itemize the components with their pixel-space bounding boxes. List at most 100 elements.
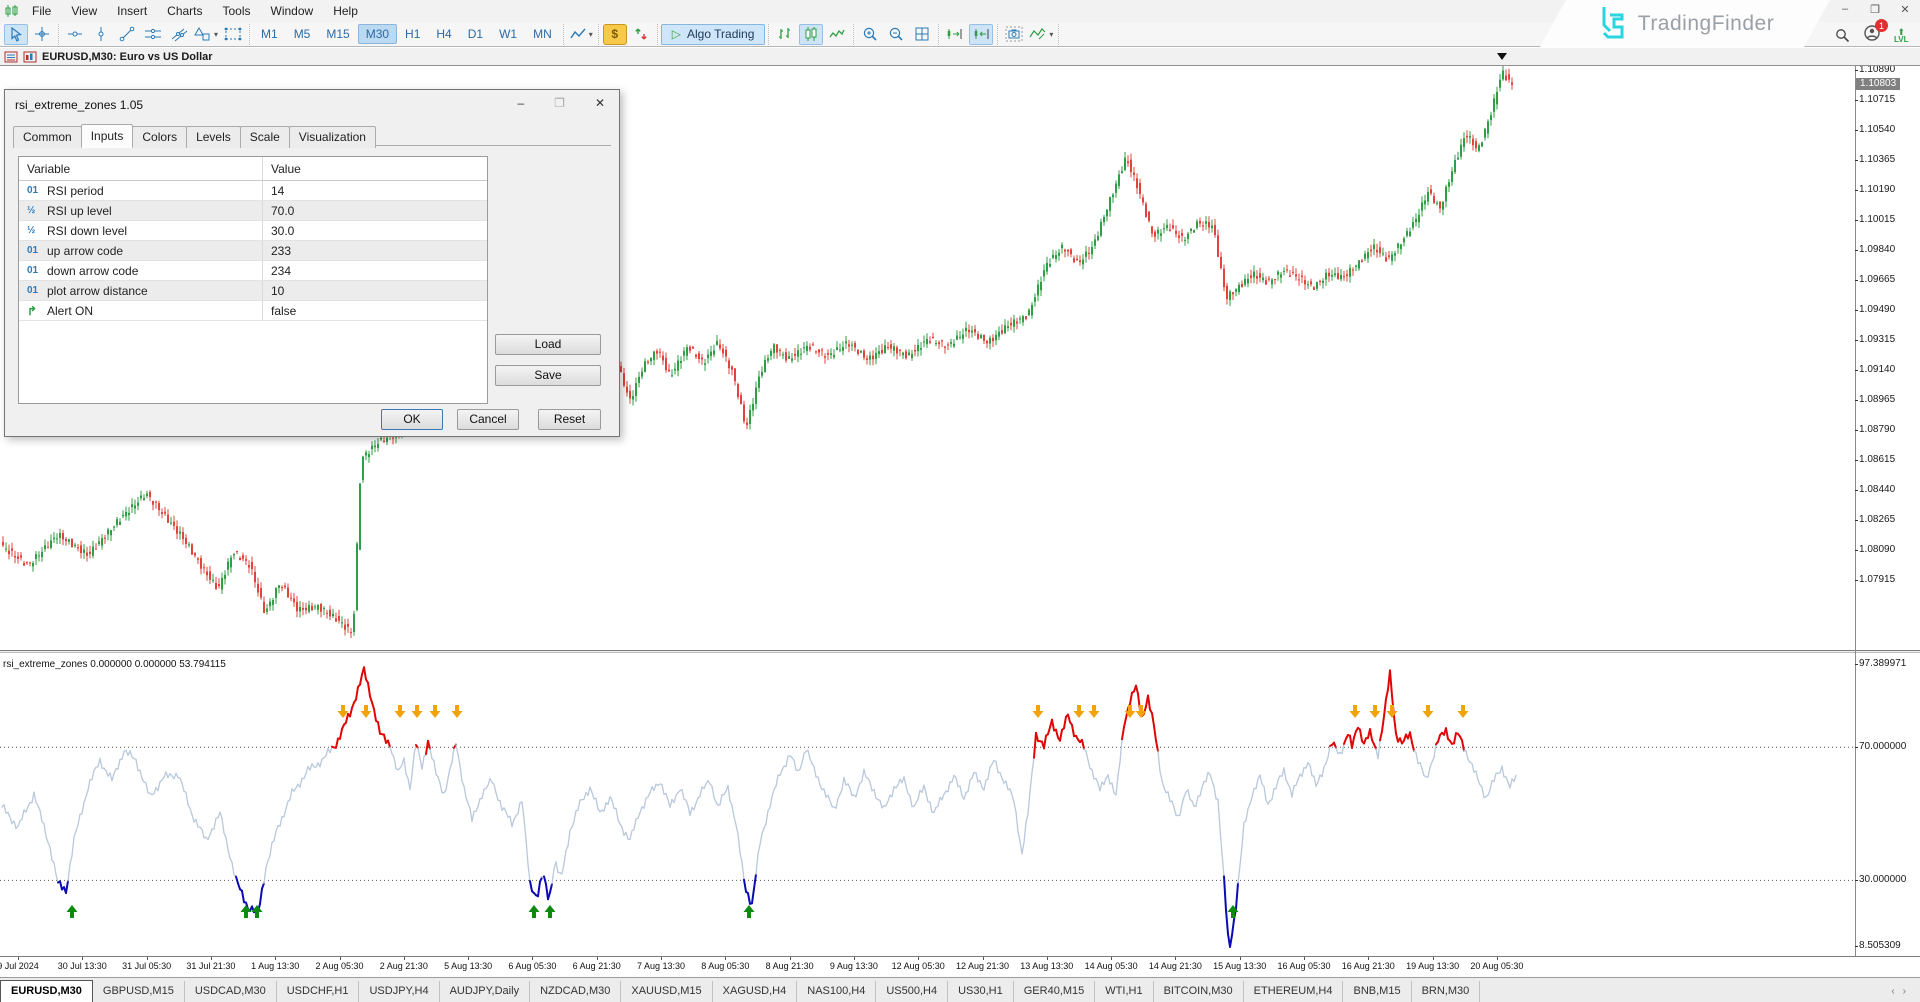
chart-shift-button[interactable]: [943, 24, 967, 45]
chart-type-button[interactable]: ▾: [568, 24, 594, 45]
dialog-tab-inputs[interactable]: Inputs: [81, 124, 134, 148]
menu-item-window[interactable]: Window: [261, 2, 324, 20]
ok-button[interactable]: OK: [381, 409, 443, 430]
cursor-tool-button[interactable]: [4, 24, 28, 45]
symbol-tab-nzdcad-m30[interactable]: NZDCAD,M30: [530, 981, 621, 1002]
symbol-tab-gbpusd-m15[interactable]: GBPUSD,M15: [93, 981, 185, 1002]
sell-signal-arrow-icon: [452, 705, 463, 718]
input-value[interactable]: 10: [263, 281, 487, 300]
pane-splitter[interactable]: [0, 650, 1920, 653]
menu-item-help[interactable]: Help: [323, 2, 368, 20]
deposit-withdraw-button[interactable]: [629, 24, 653, 45]
tab-scroll-arrows[interactable]: ‹›: [1891, 986, 1914, 997]
price-scale-label: 1.08440: [1859, 484, 1895, 495]
symbol-tab-audjpy-daily[interactable]: AUDJPY,Daily: [440, 981, 531, 1002]
menu-item-tools[interactable]: Tools: [213, 2, 261, 20]
timeframe-button-h1[interactable]: H1: [397, 24, 428, 44]
symbol-tab-eurusd-m30[interactable]: EURUSD,M30: [0, 980, 93, 1002]
search-icon[interactable]: [1835, 28, 1850, 43]
input-row-rsi-up-level[interactable]: ½RSI up level70.0: [19, 201, 487, 221]
input-value[interactable]: 233: [263, 241, 487, 260]
symbol-tab-brn-m30[interactable]: BRN,M30: [1412, 981, 1481, 1002]
timeframe-button-m5[interactable]: M5: [286, 24, 319, 44]
symbol-tab-usdchf-h1[interactable]: USDCHF,H1: [277, 981, 360, 1002]
indicators-button[interactable]: ▾: [1028, 24, 1054, 45]
timeframe-button-m1[interactable]: M1: [253, 24, 286, 44]
notifications-icon[interactable]: 1: [1863, 24, 1881, 47]
input-row-alert-on[interactable]: ↱Alert ONfalse: [19, 301, 487, 321]
menu-item-file[interactable]: File: [22, 2, 61, 20]
input-value[interactable]: 234: [263, 261, 487, 280]
symbol-tab-xauusd-m15[interactable]: XAUUSD,M15: [621, 981, 712, 1002]
tile-windows-button[interactable]: [910, 24, 934, 45]
tradingfinder-logo-icon: [1596, 5, 1630, 43]
timeframe-button-m15[interactable]: M15: [318, 24, 357, 44]
rsi-indicator-chart[interactable]: [0, 655, 1855, 956]
input-value[interactable]: 30.0: [263, 221, 487, 240]
horizontal-line-tool-button[interactable]: [63, 24, 87, 45]
dialog-tab-scale[interactable]: Scale: [240, 126, 290, 148]
save-button[interactable]: Save: [495, 365, 601, 386]
window-minimize-button[interactable]: –: [1838, 3, 1852, 16]
new-order-button[interactable]: $: [603, 24, 627, 45]
symbol-tab-ethereum-h4[interactable]: ETHEREUM,H4: [1244, 981, 1344, 1002]
line-chart-style-button[interactable]: [825, 24, 849, 45]
shapes-tool-button[interactable]: ▾: [193, 24, 219, 45]
load-button[interactable]: Load: [495, 334, 601, 355]
trendline-tool-button[interactable]: [115, 24, 139, 45]
input-value[interactable]: 14: [263, 181, 487, 200]
symbol-tab-bnb-m15[interactable]: BNB,M15: [1343, 981, 1411, 1002]
input-value[interactable]: false: [263, 301, 487, 320]
selection-rectangle-tool-button[interactable]: [221, 24, 245, 45]
symbol-tab-us30-h1[interactable]: US30,H1: [948, 981, 1014, 1002]
cancel-button[interactable]: Cancel: [457, 409, 519, 430]
candlestick-style-button[interactable]: [799, 24, 823, 45]
screenshot-button[interactable]: [1002, 24, 1026, 45]
equidistant-channel-tool-button[interactable]: [141, 24, 165, 45]
symbol-tab-wti-h1[interactable]: WTI,H1: [1095, 981, 1153, 1002]
time-axis-tick: [1240, 957, 1241, 960]
reset-button[interactable]: Reset: [538, 409, 601, 430]
vertical-line-tool-button[interactable]: [89, 24, 113, 45]
window-restore-button[interactable]: ❐: [1868, 3, 1882, 16]
timeframe-button-h4[interactable]: H4: [428, 24, 459, 44]
bar-chart-style-button[interactable]: [773, 24, 797, 45]
dialog-tab-visualization[interactable]: Visualization: [289, 126, 376, 148]
timeframe-button-w1[interactable]: W1: [491, 24, 525, 44]
symbol-tab-usdjpy-h4[interactable]: USDJPY,H4: [359, 981, 439, 1002]
symbol-tab-xagusd-h4[interactable]: XAGUSD,H4: [713, 981, 798, 1002]
menu-item-view[interactable]: View: [61, 2, 107, 20]
symbol-tab-nas100-h4[interactable]: NAS100,H4: [797, 981, 876, 1002]
dialog-tab-levels[interactable]: Levels: [186, 126, 241, 148]
input-row-up-arrow-code[interactable]: 01up arrow code233: [19, 241, 487, 261]
symbol-tab-usdcad-m30[interactable]: USDCAD,M30: [185, 981, 277, 1002]
timeframe-button-m30[interactable]: M30: [358, 24, 397, 44]
time-axis[interactable]: 9 Jul 202430 Jul 13:3031 Jul 05:3031 Jul…: [0, 956, 1920, 976]
dialog-tab-common[interactable]: Common: [13, 126, 82, 148]
input-row-plot-arrow-distance[interactable]: 01plot arrow distance10: [19, 281, 487, 301]
menu-item-insert[interactable]: Insert: [107, 2, 157, 20]
input-row-down-arrow-code[interactable]: 01down arrow code234: [19, 261, 487, 281]
zoom-out-button[interactable]: [884, 24, 908, 45]
timeframe-button-mn[interactable]: MN: [525, 24, 560, 44]
zoom-in-button[interactable]: [858, 24, 882, 45]
channels-tool-button[interactable]: [167, 24, 191, 45]
symbol-tab-bitcoin-m30[interactable]: BITCOIN,M30: [1154, 981, 1244, 1002]
dialog-close-button[interactable]: ✕: [595, 96, 605, 110]
algo-trading-button[interactable]: ▷ Algo Trading: [661, 24, 766, 45]
auto-scroll-button[interactable]: [969, 24, 993, 45]
dialog-minimize-button[interactable]: –: [517, 96, 524, 110]
input-row-rsi-down-level[interactable]: ½RSI down level30.0: [19, 221, 487, 241]
dialog-restore-button[interactable]: ❐: [554, 96, 565, 110]
symbol-tab-ger40-m15[interactable]: GER40,M15: [1014, 981, 1096, 1002]
timeframe-button-d1[interactable]: D1: [460, 24, 491, 44]
sell-signal-arrow-icon: [395, 705, 406, 718]
input-value[interactable]: 70.0: [263, 201, 487, 220]
menu-item-charts[interactable]: Charts: [157, 2, 212, 20]
symbol-tab-us500-h4[interactable]: US500,H4: [876, 981, 948, 1002]
crosshair-tool-button[interactable]: [30, 24, 54, 45]
price-scale-label: 1.07915: [1859, 574, 1895, 585]
input-row-rsi-period[interactable]: 01RSI period14: [19, 181, 487, 201]
window-close-button[interactable]: ✕: [1898, 3, 1912, 16]
dialog-tab-colors[interactable]: Colors: [132, 126, 187, 148]
